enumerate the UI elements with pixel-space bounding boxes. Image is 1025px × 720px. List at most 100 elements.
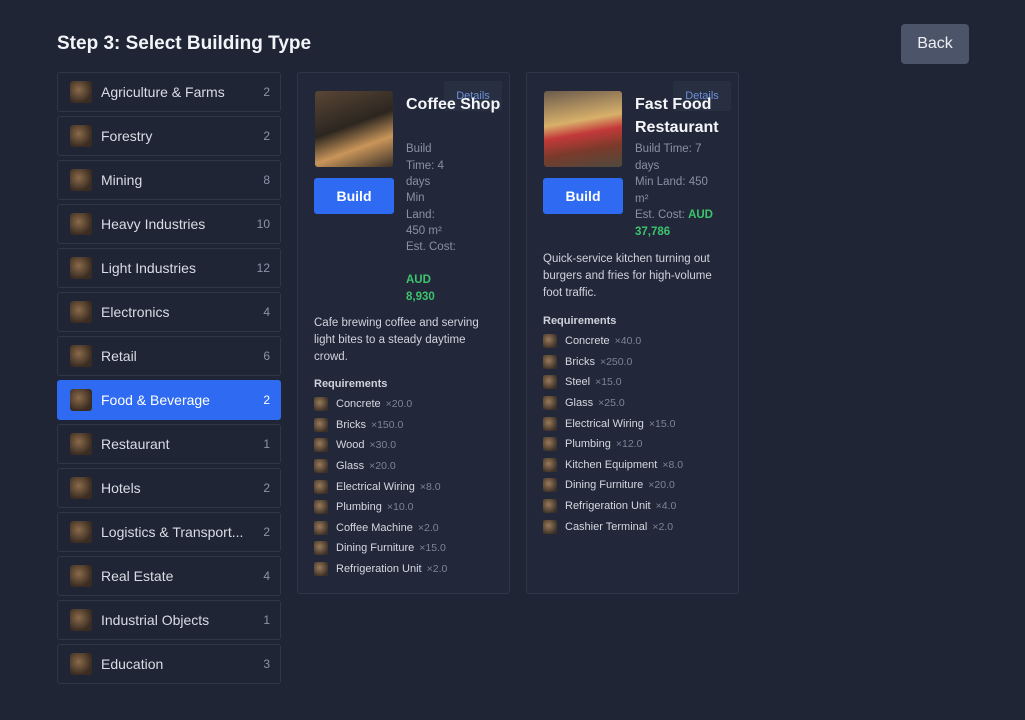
requirement-item: Bricks ×150.0 xyxy=(314,415,499,436)
category-item[interactable]: Food & Beverage 2 xyxy=(57,380,281,420)
page-title: Step 3: Select Building Type xyxy=(57,33,312,54)
requirement-item: Steel ×15.0 xyxy=(543,372,728,393)
forestry-icon xyxy=(70,125,92,147)
category-label: Agriculture & Farms xyxy=(101,84,225,100)
category-count: 2 xyxy=(263,525,270,539)
requirement-qty: ×30.0 xyxy=(369,439,397,452)
building-card-coffee-shop: Details Build Coffee Shop Build Time: 4 … xyxy=(297,72,510,594)
category-label: Heavy Industries xyxy=(101,216,206,232)
requirement-name: Cashier Terminal xyxy=(565,520,648,533)
material-icon xyxy=(314,520,328,535)
material-icon xyxy=(314,459,328,474)
requirement-name: Refrigeration Unit xyxy=(565,500,651,513)
min-land: Min Land: 450 m² xyxy=(406,192,442,237)
requirement-qty: ×150.0 xyxy=(370,418,404,431)
real-estate-icon xyxy=(70,565,92,587)
category-item[interactable]: Real Estate 4 xyxy=(57,556,281,596)
category-item[interactable]: Restaurant 1 xyxy=(57,424,281,464)
requirement-name: Concrete xyxy=(565,335,610,348)
category-label: Food & Beverage xyxy=(101,392,210,408)
requirement-item: Electrical Wiring ×15.0 xyxy=(543,413,728,434)
requirement-item: Refrigeration Unit ×2.0 xyxy=(314,559,499,580)
requirement-item: Concrete ×20.0 xyxy=(314,394,499,415)
requirement-qty: ×20.0 xyxy=(648,479,675,492)
requirement-item: Glass ×25.0 xyxy=(543,393,728,414)
food-beverage-icon xyxy=(70,389,92,411)
building-name: Fast Food Restaurant xyxy=(635,96,719,136)
category-label: Real Estate xyxy=(101,568,174,584)
category-count: 3 xyxy=(263,657,270,671)
material-icon xyxy=(314,397,328,412)
category-count: 2 xyxy=(263,85,270,99)
back-button[interactable]: Back xyxy=(901,24,969,64)
requirement-name: Coffee Machine xyxy=(336,521,413,534)
category-count: 2 xyxy=(263,481,270,495)
requirements-title: Requirements xyxy=(543,315,617,327)
requirements-list: Concrete ×40.0 Bricks ×250.0 Steel ×15.0 Glass… xyxy=(543,331,728,537)
est-cost-label: Est. Cost: xyxy=(406,241,456,253)
build-button[interactable]: Build xyxy=(543,178,623,214)
requirement-item: Coffee Machine ×2.0 xyxy=(314,518,499,539)
category-count: 1 xyxy=(263,437,270,451)
requirement-item: Cashier Terminal ×2.0 xyxy=(543,516,728,537)
material-icon xyxy=(314,479,328,494)
category-count: 1 xyxy=(263,613,270,627)
category-count: 2 xyxy=(263,129,270,143)
requirement-item: Concrete ×40.0 xyxy=(543,331,728,352)
material-icon xyxy=(543,334,557,349)
material-icon xyxy=(543,375,557,390)
requirement-qty: ×8.0 xyxy=(419,480,441,493)
requirement-qty: ×250.0 xyxy=(599,355,633,368)
build-button[interactable]: Build xyxy=(314,178,394,214)
material-icon xyxy=(314,562,328,577)
requirement-name: Glass xyxy=(565,397,594,410)
requirement-item: Dining Furniture ×20.0 xyxy=(543,475,728,496)
category-item[interactable]: Light Industries 12 xyxy=(57,248,281,288)
requirement-qty: ×15.0 xyxy=(648,417,676,430)
category-item[interactable]: Mining 8 xyxy=(57,160,281,200)
industrial-objects-icon xyxy=(70,609,92,631)
category-item[interactable]: Heavy Industries 10 xyxy=(57,204,281,244)
material-icon xyxy=(314,541,328,556)
requirement-item: Dining Furniture ×15.0 xyxy=(314,538,499,559)
requirement-name: Glass xyxy=(336,460,365,473)
requirement-qty: ×40.0 xyxy=(614,335,642,348)
category-count: 8 xyxy=(263,173,270,187)
education-icon xyxy=(70,653,92,675)
category-item[interactable]: Retail 6 xyxy=(57,336,281,376)
requirement-name: Dining Furniture xyxy=(336,542,415,555)
min-land: Min Land: 450 m² xyxy=(635,176,708,205)
requirement-name: Dining Furniture xyxy=(565,479,644,492)
requirement-item: Glass ×20.0 xyxy=(314,456,499,477)
category-item[interactable]: Logistics & Transport... 2 xyxy=(57,512,281,552)
hotel-icon xyxy=(70,477,92,499)
requirement-qty: ×15.0 xyxy=(595,376,622,389)
building-description: Cafe brewing coffee and serving light bi… xyxy=(314,317,479,363)
building-name: Coffee Shop xyxy=(406,96,501,113)
category-item[interactable]: Industrial Objects 1 xyxy=(57,600,281,640)
category-label: Mining xyxy=(101,172,143,188)
requirement-name: Refrigeration Unit xyxy=(336,563,422,576)
requirement-item: Wood ×30.0 xyxy=(314,435,499,456)
logistics-icon xyxy=(70,521,92,543)
category-label: Restaurant xyxy=(101,436,170,452)
requirement-name: Wood xyxy=(336,439,365,452)
category-count: 4 xyxy=(263,569,270,583)
material-icon xyxy=(543,416,557,431)
building-description: Quick-service kitchen turning out burger… xyxy=(543,253,712,299)
requirement-qty: ×25.0 xyxy=(598,397,625,410)
build-time: Build Time: 4 days xyxy=(406,143,444,188)
requirement-name: Steel xyxy=(565,376,591,389)
category-item[interactable]: Forestry 2 xyxy=(57,116,281,156)
requirements-list: Concrete ×20.0 Bricks ×150.0 Wood ×30.0 Glass ×… xyxy=(314,394,499,579)
category-item[interactable]: Education 3 xyxy=(57,644,281,684)
est-cost-label: Est. Cost: xyxy=(635,209,685,221)
category-item[interactable]: Agriculture & Farms 2 xyxy=(57,72,281,112)
category-item[interactable]: Hotels 2 xyxy=(57,468,281,508)
category-item[interactable]: Electronics 4 xyxy=(57,292,281,332)
requirement-item: Kitchen Equipment ×8.0 xyxy=(543,455,728,476)
material-icon xyxy=(543,396,557,411)
requirement-qty: ×2.0 xyxy=(426,563,448,576)
est-cost: Est. Cost: AUD 37,786 xyxy=(635,207,725,240)
farm-icon xyxy=(70,81,92,103)
